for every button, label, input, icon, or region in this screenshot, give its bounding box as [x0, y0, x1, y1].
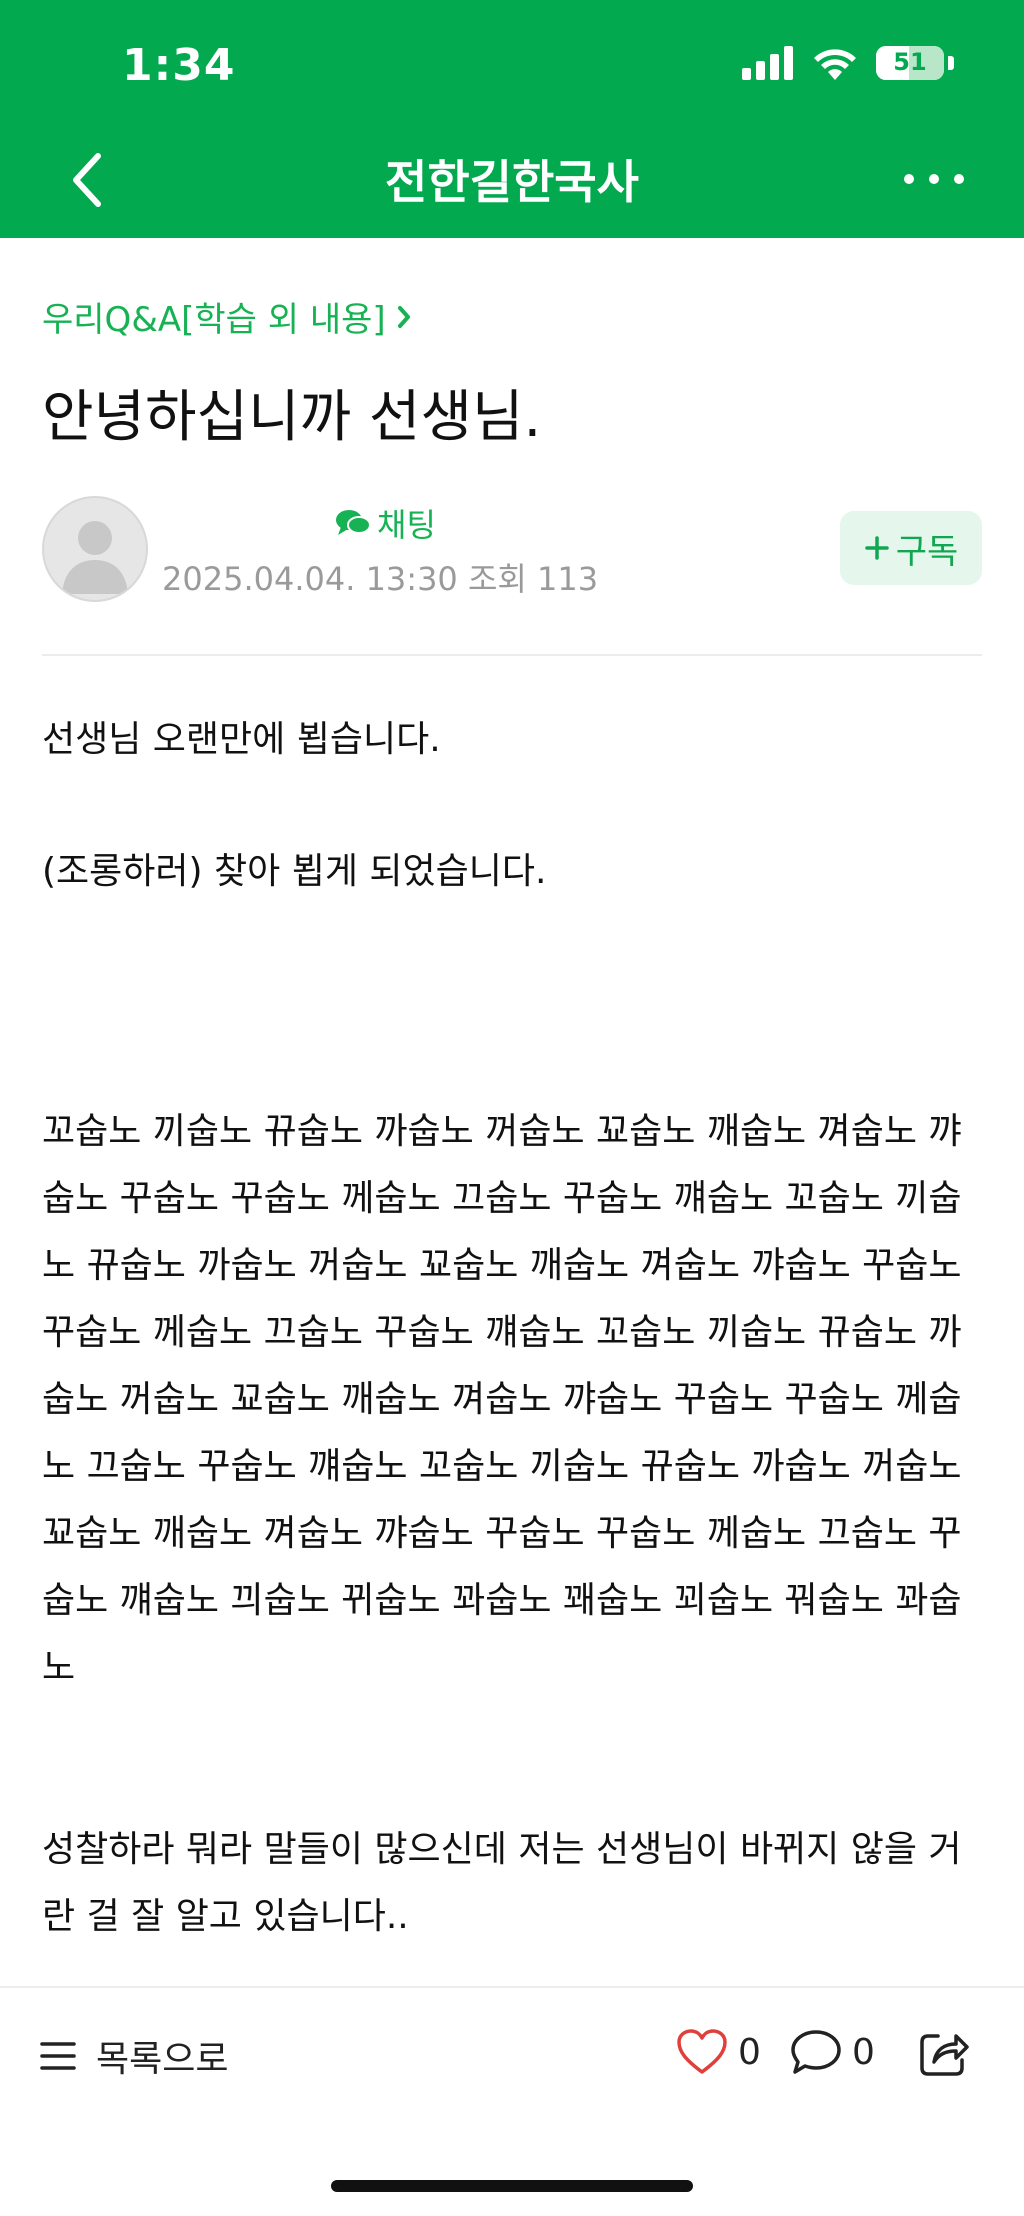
chat-label: 채팅 [377, 506, 436, 544]
author-avatar[interactable] [42, 496, 148, 602]
board-category-label: 우리Q&A[학습 외 내용] [42, 300, 386, 340]
divider [42, 654, 982, 656]
post-body-paragraph: 선생님 오랜만에 뵙습니다. [42, 719, 441, 760]
default-profile-icon [62, 521, 128, 594]
battery-cap [948, 56, 954, 70]
plus-icon [864, 536, 889, 560]
post-body-paragraph: 성찰하라 뭐라 말들이 많으신데 저는 선생님이 바뀌지 않을 거란 걸 잘 알… [42, 1829, 962, 1937]
comment-bubble-icon [791, 2030, 841, 2074]
status-time: 1:34 [122, 40, 236, 91]
back-to-list-button[interactable]: 목록으로 [40, 2030, 228, 2082]
bottom-bar-divider [0, 1986, 1024, 1988]
wifi-icon [814, 49, 856, 80]
post-title: 안녕하십니까 선생님. [42, 385, 542, 450]
comment-button[interactable]: 0 [790, 2028, 875, 2076]
like-button[interactable]: 0 [676, 2028, 761, 2076]
comment-count: 0 [852, 2031, 875, 2073]
more-options-icon[interactable] [904, 164, 964, 194]
app-header: 1:34 51 전한길한국사 [0, 0, 1024, 238]
chevron-right-icon [397, 305, 410, 328]
subscribe-label: 구독 [895, 531, 959, 572]
heart-icon [677, 2029, 727, 2074]
subscribe-button[interactable]: 구독 [840, 511, 982, 585]
status-icons: 51 [742, 46, 954, 80]
share-icon[interactable] [918, 2028, 970, 2078]
chat-button[interactable]: 채팅 [335, 500, 436, 546]
board-category-link[interactable]: 우리Q&A[학습 외 내용] [42, 292, 412, 341]
back-to-list-label: 목록으로 [96, 2039, 229, 2080]
signal-icon [742, 46, 793, 80]
menu-list-icon [40, 2042, 76, 2070]
like-count: 0 [738, 2031, 761, 2073]
post-body-paragraph: 꼬숩노 끼숩노 뀨숩노 까숩노 꺼숩노 꾜숩노 깨숩노 껴숩노 꺄숩노 꾸숩노 … [42, 1111, 962, 1688]
chat-bubbles-icon [336, 510, 371, 535]
home-indicator [331, 2180, 693, 2192]
battery-level: 51 [893, 48, 927, 76]
post-body-paragraph: (조롱하러) 찾아 뵙게 되었습니다. [42, 851, 547, 892]
post-meta: 2025.04.04. 13:30 조회 113 [162, 560, 599, 598]
battery-icon: 51 [876, 46, 944, 80]
cafe-title: 전한길한국사 [385, 155, 639, 209]
